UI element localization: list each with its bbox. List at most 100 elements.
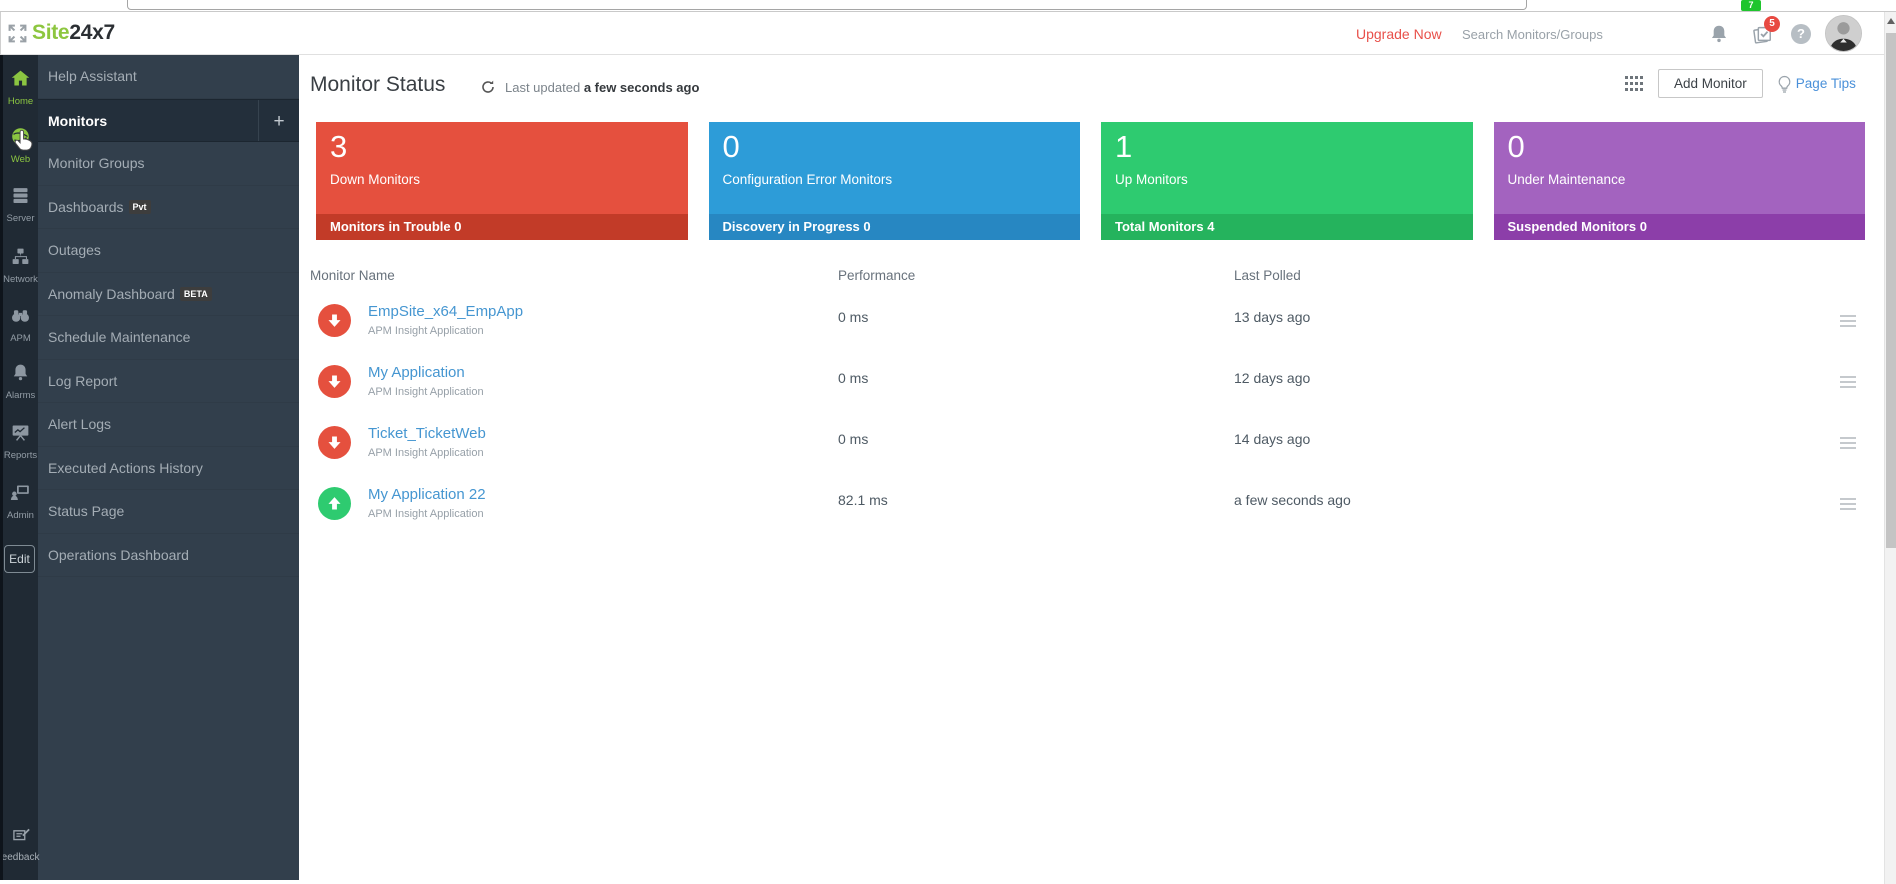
page-tips-link[interactable]: Page Tips [1777,75,1856,93]
sidebar-item-label: Operations Dashboard [48,547,189,563]
sidebar-item-operations-dashboard[interactable]: Operations Dashboard [38,534,299,578]
rail-item-admin[interactable]: Admin [3,482,38,521]
status-down-icon [318,365,351,398]
sidebar-item-executed-actions-history[interactable]: Executed Actions History [38,447,299,491]
card-down-monitors[interactable]: 3 Down Monitors Monitors in Trouble 0 [316,122,688,240]
rail-item-apm[interactable]: APM [3,305,38,344]
row-menu-icon[interactable] [1840,498,1856,510]
down-count: 3 [330,128,674,166]
monitor-link[interactable]: My Application [368,364,465,381]
table-row: Ticket_TicketWeb APM Insight Application… [310,416,1870,477]
rail-item-alarms[interactable]: Alarms [3,362,38,401]
footer-value: 0 [863,219,870,234]
card-footer-suspended-monitors[interactable]: Suspended Monitors 0 [1494,214,1866,240]
sidebar-item-label: Status Page [48,503,124,519]
performance-value: 0 ms [838,309,868,325]
help-icon[interactable]: ? [1791,24,1811,44]
column-performance: Performance [838,268,915,283]
sidebar-item-log-report[interactable]: Log Report [38,360,299,404]
sidebar-item-label: Alert Logs [48,416,111,432]
monitor-link[interactable]: My Application 22 [368,486,486,503]
sidebar-item-label: Executed Actions History [48,460,203,476]
scrollbar-thumb[interactable] [1886,33,1896,548]
sidebar-item-status-page[interactable]: Status Page [38,490,299,534]
scroll-up-arrow[interactable] [1887,18,1895,24]
search-monitors-input[interactable]: Search Monitors/Groups [1462,27,1603,42]
status-down-icon [318,426,351,459]
card-under-maintenance[interactable]: 0 Under Maintenance Suspended Monitors 0 [1494,122,1866,240]
table-row: EmpSite_x64_EmpApp APM Insight Applicati… [310,294,1870,355]
sidebar-item-label: Schedule Maintenance [48,329,190,345]
sidebar-item-dashboards[interactable]: DashboardsPvt [38,186,299,230]
apps-grid-icon[interactable] [1625,76,1644,91]
rail-item-reports[interactable]: Reports [3,422,38,461]
add-monitor-button[interactable]: Add Monitor [1658,69,1763,98]
sidebar-item-label: Outages [48,242,101,258]
home-icon [10,68,31,89]
sidebar-item-monitor-groups[interactable]: Monitor Groups [38,142,299,186]
last-updated-value: a few seconds ago [584,80,700,95]
sidebar-item-outages[interactable]: Outages [38,229,299,273]
main-content: Monitor Status Last updated a few second… [299,55,1884,884]
footer-value: 4 [1207,219,1214,234]
column-last-polled: Last Polled [1234,268,1301,283]
rail-label: Web [3,154,38,165]
binoculars-icon [10,305,31,326]
sidebar-item-help-assistant[interactable]: Help Assistant [38,55,299,99]
notifications-icon[interactable]: 5 [1751,23,1773,45]
monitor-type: APM Insight Application [368,447,484,459]
top-bar: Site24x7 Upgrade Now Search Monitors/Gro… [0,12,1884,55]
rail-item-server[interactable]: Server [3,185,38,224]
feedback-icon [11,825,31,845]
upgrade-now-link[interactable]: Upgrade Now [1356,26,1442,42]
monitor-link[interactable]: Ticket_TicketWeb [368,425,486,442]
bell-icon[interactable] [1708,23,1730,45]
vertical-scrollbar[interactable] [1884,12,1896,884]
add-monitor-plus-icon[interactable]: + [258,100,299,142]
expand-icon[interactable] [7,23,28,44]
rail-item-network[interactable]: Network [3,246,38,285]
config-error-count: 0 [723,128,1067,166]
card-label: Under Maintenance [1508,172,1852,187]
refresh-icon[interactable] [480,79,496,95]
card-footer-total-monitors[interactable]: Total Monitors 4 [1101,214,1473,240]
monitor-type: APM Insight Application [368,386,484,398]
row-menu-icon[interactable] [1840,376,1856,388]
sidebar-item-schedule-maintenance[interactable]: Schedule Maintenance [38,316,299,360]
sidebar-item-alert-logs[interactable]: Alert Logs [38,403,299,447]
network-icon [10,246,31,267]
page-tips-label: Page Tips [1796,76,1856,91]
sidebar-item-label: Monitors [48,113,107,129]
row-menu-icon[interactable] [1840,315,1856,327]
card-configuration-error-monitors[interactable]: 0 Configuration Error Monitors Discovery… [709,122,1081,240]
rail-item-feedback[interactable]: Feedback [3,825,38,863]
card-up-monitors[interactable]: 1 Up Monitors Total Monitors 4 [1101,122,1473,240]
site24x7-logo[interactable]: Site24x7 [32,21,115,45]
bulb-icon [1777,75,1792,93]
user-avatar[interactable] [1825,15,1862,52]
last-polled-value: 13 days ago [1234,309,1310,325]
monitor-link[interactable]: EmpSite_x64_EmpApp [368,303,523,320]
card-footer-discovery-in-progress[interactable]: Discovery in Progress 0 [709,214,1081,240]
up-count: 1 [1115,128,1459,166]
primary-nav-rail: Home Web Server Network APM Alarms Repor… [0,55,38,880]
footer-label: Suspended Monitors [1508,219,1637,234]
row-menu-icon[interactable] [1840,437,1856,449]
rail-item-home[interactable]: Home [3,68,38,107]
card-label: Up Monitors [1115,172,1459,187]
performance-value: 0 ms [838,370,868,386]
card-footer-monitors-in-trouble[interactable]: Monitors in Trouble 0 [316,214,688,240]
sidebar-item-anomaly-dashboard[interactable]: Anomaly Dashboard BETA [38,273,299,317]
footer-value: 0 [454,219,461,234]
sidebar-item-label: Monitor Groups [48,155,144,171]
sidebar-item-monitors[interactable]: Monitors + [38,99,299,143]
server-icon [10,185,31,206]
status-down-icon [318,304,351,337]
footer-label: Total Monitors [1115,219,1204,234]
beta-badge: BETA [180,287,212,301]
maintenance-count: 0 [1508,128,1852,166]
browser-address-bar[interactable] [127,0,1527,10]
rail-label: Server [3,213,38,224]
edit-button[interactable]: Edit [4,545,35,573]
sidebar-item-label: Anomaly Dashboard [48,286,175,302]
